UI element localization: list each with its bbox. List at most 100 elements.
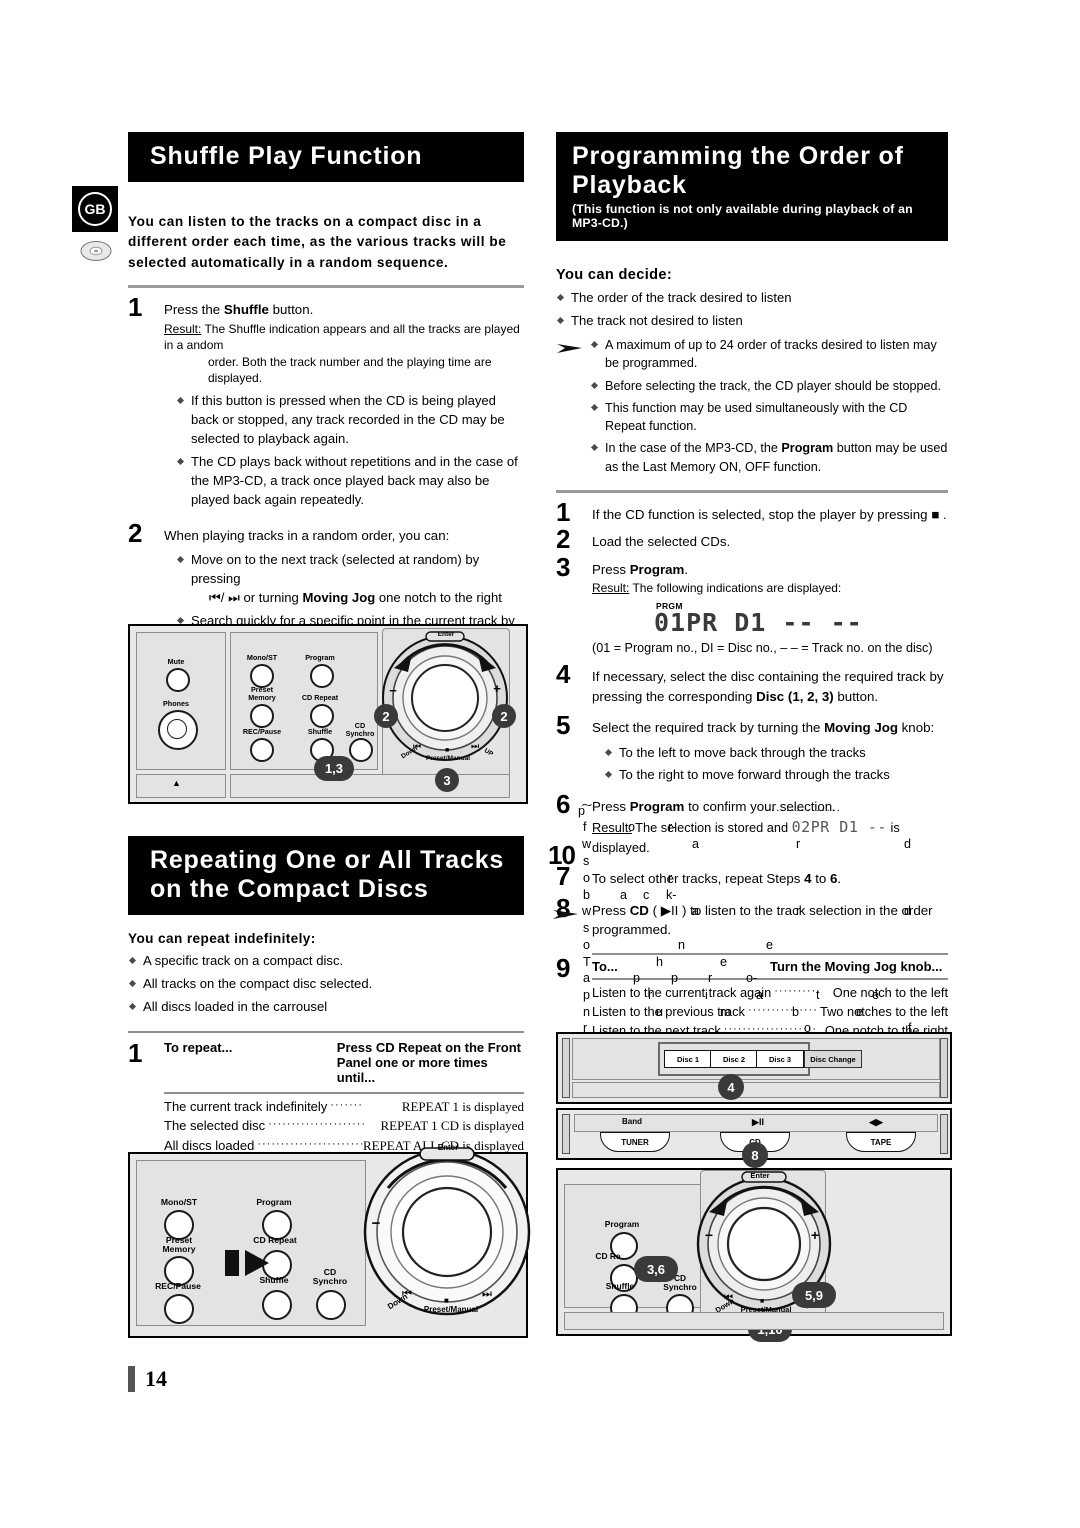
artifact-character: h (656, 955, 664, 969)
label-plus: + (493, 681, 501, 696)
shuffle-button[interactable] (262, 1290, 292, 1320)
next-track-icon[interactable]: ⏭ (471, 741, 479, 752)
list-item: A specific track on a compact disc. (128, 952, 524, 971)
manual-page: GB Shuffle Play Function You can listen … (0, 0, 1080, 1528)
disc-panel-strip (572, 1082, 940, 1098)
callout-disc: 4 (718, 1074, 744, 1100)
disc-2-button[interactable]: Disc 2 (710, 1050, 758, 1068)
step-number: 1 (556, 496, 571, 527)
disc-1-button[interactable]: Disc 1 (664, 1050, 712, 1068)
panel-edge-left (562, 1114, 570, 1154)
label-enter: Enter (437, 1143, 459, 1152)
label-cd-repeat: CD Repeat (253, 1235, 297, 1245)
artifact-character: r (796, 837, 801, 851)
source-panel-diagram: Band ▶II ◀▶ TUNER CD TAPE 8 (556, 1108, 952, 1168)
rec-pause-button[interactable] (164, 1294, 194, 1324)
list-item: To the left to move back through the tra… (604, 744, 948, 763)
divider (128, 285, 524, 289)
step-text: If the CD function is selected, stop the… (592, 506, 947, 522)
step-number: 6 (556, 789, 571, 820)
prev-track-icon[interactable]: ⏮ (402, 1288, 412, 1301)
label-rec-pause: REC/Pause (242, 727, 282, 736)
repeat-table-header: To repeat... Press CD Repeat on the Fron… (164, 1040, 524, 1085)
label-preset-memory: Preset Memory (162, 1235, 196, 1255)
locale-badge-label: GB (78, 192, 112, 226)
artifact-character: T (583, 955, 591, 969)
eject-icon[interactable]: ▲ (172, 778, 181, 788)
disc-panel-diagram: Disc 1 Disc 2 Disc 3 Disc Change 4 (556, 1032, 952, 1104)
phones-jack-inner (167, 719, 187, 739)
panel-tray-left (136, 774, 226, 798)
tuner-button[interactable]: TUNER (600, 1132, 670, 1152)
next-track-icon[interactable]: ⏭ (482, 1288, 492, 1301)
rec-pause-button[interactable] (250, 738, 274, 762)
step-number: 2 (556, 524, 571, 555)
section-title-repeat: Repeating One or All Tracks on the Compa… (128, 836, 524, 915)
list-item: The CD plays back without repetitions an… (176, 453, 524, 510)
disc-change-button[interactable]: Disc Change (804, 1050, 862, 1068)
program-button[interactable] (310, 664, 334, 688)
page-number: 14 (128, 1366, 167, 1392)
artifact-character: b (583, 888, 591, 902)
disc-3-button[interactable]: Disc 3 (756, 1050, 804, 1068)
divider (128, 1030, 524, 1033)
label-program: Program (256, 1197, 292, 1207)
artifact-character: p (583, 988, 591, 1002)
artifact-character: s (583, 921, 590, 935)
prog-step-4: 4 If necessary, select the disc containi… (556, 661, 948, 706)
prev-track-icon[interactable]: ⏮ (724, 1292, 733, 1303)
label-mono-st: Mono/ST (246, 653, 278, 662)
prev-track-icon[interactable]: ⏮ (413, 741, 421, 752)
artifact-character: a (620, 888, 628, 902)
col-header-action: Press CD Repeat on the Front Panel one o… (336, 1039, 521, 1085)
stop-icon[interactable]: ■ (445, 747, 449, 754)
label-rec-pause: REC/Pause (155, 1281, 201, 1291)
list-item: All tracks on the compact disc selected. (128, 975, 524, 994)
preset-memory-button[interactable] (250, 704, 274, 728)
prog-step-2: 2 Load the selected CDs. (556, 526, 948, 552)
artifact-character: a (583, 971, 591, 985)
decide-bullets: The order of the track desired to listen… (556, 289, 948, 331)
artifact-character: w (582, 904, 592, 918)
shuffle-intro-text: You can listen to the tracks on a compac… (128, 213, 507, 270)
row-label: The selected disc (164, 1118, 266, 1134)
prog-step-5: 5 Select the required track by turning t… (556, 712, 948, 785)
stop-icon[interactable]: ■ (760, 1298, 764, 1305)
label-cd-repeat: CD Repeat (301, 693, 339, 702)
cd-synchro-button[interactable] (316, 1290, 346, 1320)
front-panel-diagram-1: Mute Phones Mono/ST Preset Memory REC/Pa… (128, 624, 528, 804)
artifact-character: a (692, 904, 700, 918)
row-label: The current track indefinitely (164, 1098, 328, 1114)
next-track-icon: ⏭ (228, 590, 240, 606)
artifact-character: p (578, 804, 586, 818)
stop-icon[interactable]: ■ (444, 1296, 449, 1305)
artifact-character: o (628, 820, 636, 834)
lcd-display: PRGM 01PR D1 -- -- (654, 601, 948, 637)
label-minus: − (371, 1215, 381, 1232)
callout-jog: 5,9 (792, 1282, 836, 1308)
label-mute: Mute (167, 657, 185, 666)
artifact-character: t (816, 988, 820, 1002)
tape-button[interactable]: TAPE (846, 1132, 916, 1152)
label-minus: − (389, 683, 397, 698)
step-text: When playing tracks in a random order, y… (164, 528, 450, 544)
row-value: REPEAT 1 is displayed (401, 1098, 524, 1114)
note-arrow-icon (557, 344, 582, 353)
play-pause-icon: ▶II (752, 1117, 764, 1127)
page-number-value: 14 (145, 1366, 167, 1391)
cd-repeat-button[interactable] (310, 704, 334, 728)
cd-synchro-button[interactable] (349, 738, 373, 762)
callout-stop: 3 (435, 768, 459, 792)
disc-icon (80, 241, 112, 261)
artifact-character: a (692, 837, 700, 851)
table-row: The selected disc ····················· … (164, 1116, 524, 1136)
step-number: 2 (128, 518, 143, 549)
callout-jog-left: 2 (374, 704, 398, 728)
mute-button[interactable] (166, 668, 190, 692)
artifact-character: s (583, 854, 590, 868)
locale-badge: GB (72, 186, 118, 232)
artifact-character: u (656, 1005, 664, 1019)
artifact-character-block: ............... p͠for-wardsorback-wardso… (578, 802, 948, 1052)
list-item: A maximum of up to 24 order of tracks de… (590, 336, 948, 373)
artifact-character: d (904, 904, 912, 918)
